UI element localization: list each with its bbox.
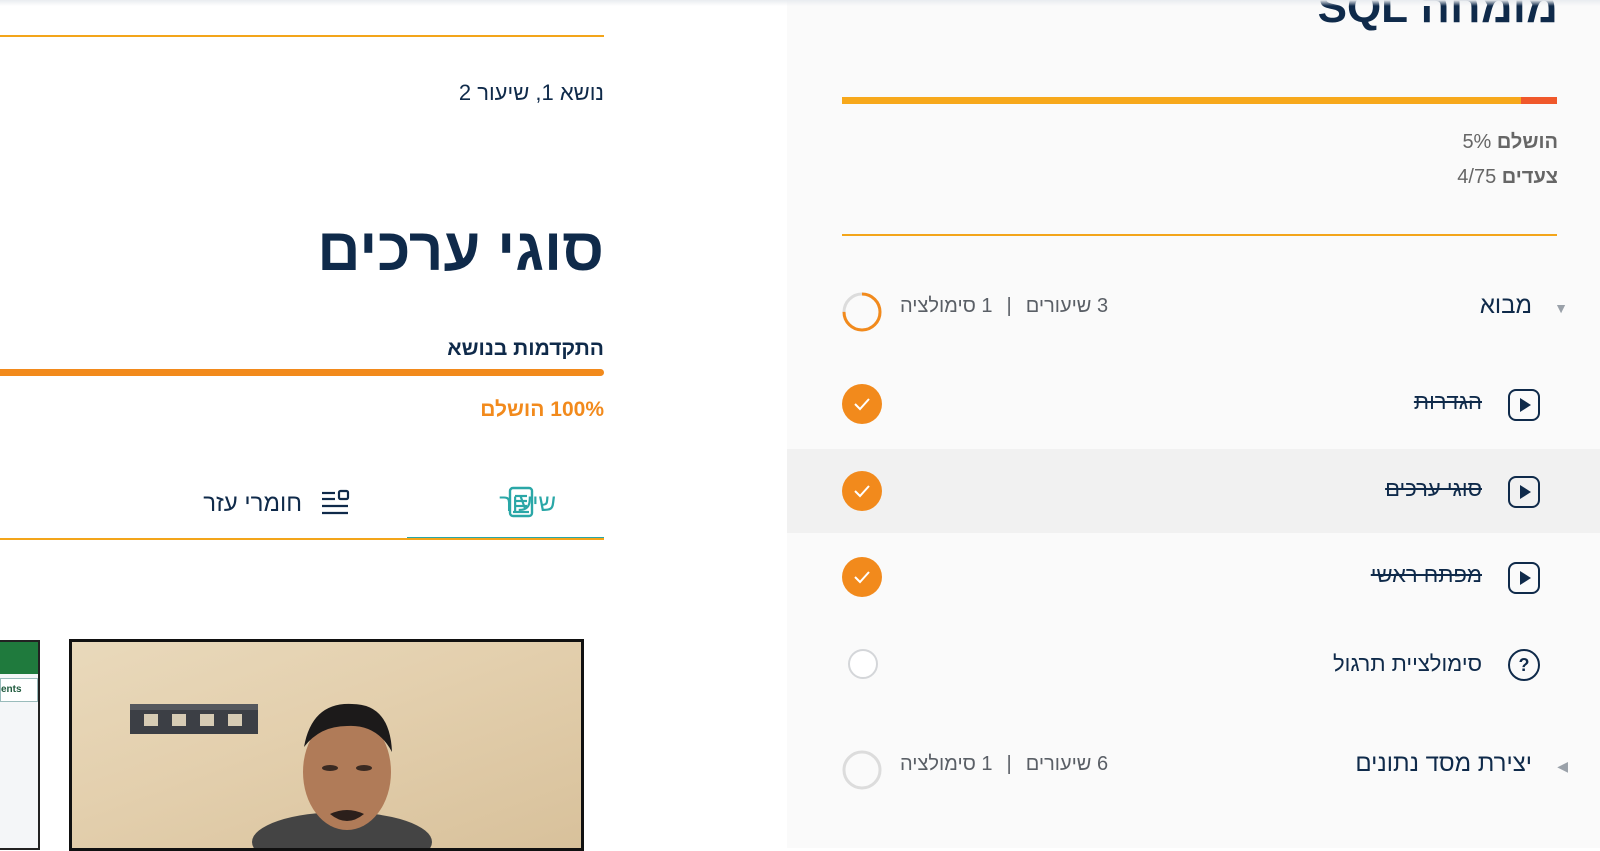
course-steps-label: צעדים — [1501, 166, 1558, 188]
tab-lesson[interactable]: שיעור — [407, 478, 604, 540]
lesson-label[interactable]: סוגי ערכים — [1385, 476, 1482, 502]
course-steps-value: 4/75 — [1457, 166, 1497, 188]
tab-materials-label[interactable]: חומרי עזר — [203, 490, 302, 518]
lesson-label[interactable]: הגדרות — [1414, 389, 1482, 415]
topic-row-create-db[interactable]: ◀ יצירת מסד נתונים 6 שיעורים | 1 סימולציה — [787, 740, 1600, 800]
lesson-row[interactable]: ? סימולציית תרגול — [787, 622, 1600, 706]
course-progress-fill — [842, 97, 1522, 104]
video-frame-image — [130, 703, 432, 848]
sidebar-divider — [842, 234, 1557, 236]
topic-progress-fill — [0, 369, 604, 376]
topic-sims-count: 1 סימולציה — [900, 753, 993, 775]
topic-progress-bar — [0, 369, 604, 376]
spreadsheet-ribbon — [0, 642, 38, 674]
list-icon — [320, 488, 350, 525]
topic-progress-label: התקדמות בנושא — [447, 337, 604, 360]
topic-meta-separator: | — [1006, 295, 1012, 317]
tab-materials[interactable]: חומרי עזר — [190, 478, 370, 538]
topic-lessons-count: 6 שיעורים — [1025, 753, 1109, 775]
caret-left-icon[interactable]: ◀ — [1557, 758, 1568, 775]
lesson-video[interactable] — [69, 639, 584, 851]
incomplete-circle-icon — [848, 649, 878, 679]
lesson-row[interactable]: מפתח ראשי — [787, 535, 1600, 619]
topic-name[interactable]: יצירת מסד נתונים — [1355, 750, 1532, 778]
topic-meta: 6 שיעורים | 1 סימולציה — [900, 753, 1108, 776]
topic-row-intro[interactable]: ▼ מבוא 3 שיעורים | 1 סימולציה — [787, 282, 1600, 342]
play-icon — [1508, 389, 1540, 421]
page-title: סוגי ערכים — [317, 216, 604, 283]
spreadsheet-button: ents — [0, 678, 38, 702]
topic-lessons-count: 3 שיעורים — [1025, 295, 1109, 317]
lesson-content: נושא 1, שיעור 2 סוגי ערכים התקדמות בנושא… — [0, 0, 787, 851]
completed-check-icon — [842, 471, 882, 511]
course-completion-stat: הושלם 5% — [1462, 131, 1558, 154]
topic-name[interactable]: מבוא — [1480, 292, 1532, 320]
caret-down-icon[interactable]: ▼ — [1554, 300, 1568, 316]
topic-progress-ring — [842, 292, 882, 332]
completed-check-icon — [842, 557, 882, 597]
question-icon: ? — [1508, 649, 1540, 681]
topic-sims-count: 1 סימולציה — [900, 295, 993, 317]
top-shadow — [0, 0, 1600, 6]
course-steps-stat: צעדים 4/75 — [1457, 166, 1558, 189]
lesson-label[interactable]: מפתח ראשי — [1371, 562, 1482, 588]
topic-progress-ring — [842, 750, 882, 790]
lesson-row[interactable]: הגדרות — [787, 362, 1600, 446]
topic-meta-separator: | — [1006, 753, 1012, 775]
play-icon — [1508, 476, 1540, 508]
course-progress-bar — [842, 97, 1557, 104]
spreadsheet-thumbnail: ents — [0, 640, 40, 850]
lesson-label[interactable]: סימולציית תרגול — [1333, 651, 1482, 677]
breadcrumb: נושא 1, שיעור 2 — [458, 80, 604, 105]
tab-lesson-label[interactable]: שיעור — [499, 490, 556, 518]
lesson-row-active[interactable]: סוגי ערכים — [787, 449, 1600, 533]
course-completion-value: 5% — [1462, 131, 1492, 153]
header-divider — [0, 35, 604, 37]
course-completion-label: הושלם — [1496, 131, 1558, 153]
course-sidebar: מומחה SQL הושלם 5% צעדים 4/75 ▼ מבוא 3 ש… — [787, 0, 1600, 848]
topic-meta: 3 שיעורים | 1 סימולציה — [900, 295, 1108, 318]
completed-check-icon — [842, 384, 882, 424]
topic-progress-text: 100% הושלם — [480, 398, 604, 421]
play-icon — [1508, 562, 1540, 594]
tabs-divider — [0, 538, 604, 540]
